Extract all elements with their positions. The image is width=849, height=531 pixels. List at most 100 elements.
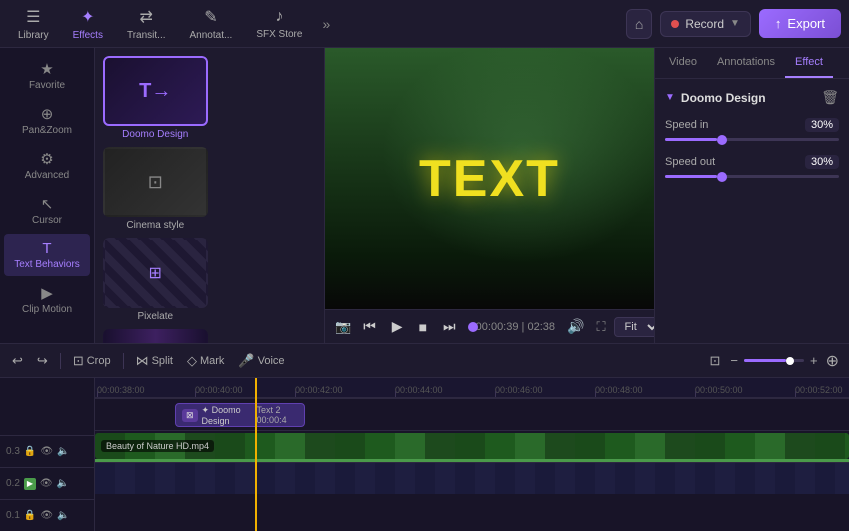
- speed-in-fill: [665, 138, 717, 141]
- mark-button[interactable]: ◇ Mark: [183, 351, 228, 371]
- ruler-mark-42: 00:00:42:00: [295, 385, 343, 395]
- video-track-badge: ▶: [24, 478, 36, 490]
- clipmotion-icon: ▶: [41, 284, 53, 302]
- stop-button[interactable]: ■: [415, 317, 431, 337]
- playhead[interactable]: [255, 378, 257, 531]
- effects-grid: T→ Doomo Design ⊡ Cinema style ⊞: [95, 48, 324, 343]
- zoom-thumb: [786, 357, 794, 365]
- video-controls: 📷 ⏮ ▶ ■ ⏭ 00:00:39 | 02:38 🔊 ⛶ Fit: [325, 309, 654, 343]
- ruler-line-40: [195, 391, 196, 397]
- export-icon: ↑: [775, 16, 782, 31]
- speed-in-slider[interactable]: [665, 138, 839, 141]
- track-labels: 0.3 🔒 👁 🔈 0.2 ▶ 👁 🔈 0.1 🔒 👁 🔈: [0, 378, 95, 531]
- cursor-icon: ↖: [41, 195, 54, 213]
- fullscreen-button[interactable]: ⛶: [596, 319, 605, 335]
- effect-section-title: ▼ Doomo Design: [665, 91, 766, 105]
- redo-button[interactable]: ↪: [33, 351, 52, 371]
- speed-out-value: 30%: [805, 155, 839, 169]
- track-lock-icon-03: 🔒: [24, 446, 36, 457]
- tab-annotations[interactable]: Annotations: [707, 48, 785, 78]
- timeline-area: 0.3 🔒 👁 🔈 0.2 ▶ 👁 🔈 0.1 🔒 👁 🔈 0: [0, 378, 849, 531]
- tab-effect[interactable]: Effect: [785, 48, 833, 78]
- undo-button[interactable]: ↩: [8, 351, 27, 371]
- timeline-toolbar: ↩ ↪ ⊡ Crop ⋈ Split ◇ Mark 🎤 Voice ⊡ − +: [0, 344, 849, 378]
- effect-item-pixelate[interactable]: ⊞ Pixelate: [103, 238, 208, 325]
- track-audio-icon-02: 🔈: [57, 478, 69, 489]
- tab-library[interactable]: ☰ Library: [8, 3, 59, 45]
- timeline-tracks: 00:00:38:00 00:00:40:00 00:00:42:00 00:0…: [95, 378, 849, 531]
- separator-1: [60, 353, 61, 369]
- top-bar-actions: ⌂ Record ▼ ↑ Export: [626, 9, 841, 39]
- volume-button[interactable]: 🔊: [563, 316, 588, 337]
- track-eye-icon-02: 👁: [40, 478, 53, 489]
- effect-thumb-doomo: T→: [103, 56, 208, 126]
- add-track-button[interactable]: ⊕: [824, 349, 841, 373]
- sidebar-item-clipmotion[interactable]: ▶ Clip Motion: [4, 278, 90, 321]
- right-tabs: Video Annotations Effect: [655, 48, 849, 79]
- sidebar-item-panzoom[interactable]: ⊕ Pan&Zoom: [4, 99, 90, 142]
- tab-sfx-store[interactable]: ♪ SFX Store: [246, 4, 312, 44]
- effect-item-stringblur[interactable]: → String Blur: [103, 329, 208, 343]
- zoom-out-button[interactable]: −: [728, 351, 740, 370]
- effect-thumb-cinema: ⊡: [103, 147, 208, 217]
- effect-item-doomo[interactable]: T→ Doomo Design: [103, 56, 208, 143]
- fit-select[interactable]: Fit: [614, 317, 654, 337]
- effect-item-cinema[interactable]: ⊡ Cinema style: [103, 147, 208, 234]
- track-label-02: 0.2 ▶ 👁 🔈: [0, 467, 94, 499]
- text-track-clip[interactable]: ⊠ ✦ Doomo Design Text 2 00:00:4: [175, 403, 305, 427]
- video-text-overlay: TEXT: [419, 149, 560, 209]
- timeline-import-button[interactable]: ⊡: [706, 351, 725, 371]
- tab-effects[interactable]: ✦ Effects: [63, 3, 113, 45]
- next-button[interactable]: ⏭: [439, 316, 460, 337]
- sidebar-item-cursor[interactable]: ↖ Cursor: [4, 189, 90, 232]
- track-eye-icon-01: 👁: [40, 510, 53, 521]
- zoom-in-button[interactable]: +: [808, 351, 820, 370]
- sidebar-item-advanced[interactable]: ⚙ Advanced: [4, 144, 90, 187]
- export-button[interactable]: ↑ Export: [759, 9, 841, 38]
- speed-out-slider[interactable]: [665, 175, 839, 178]
- speed-out-fill: [665, 175, 717, 178]
- voice-icon: 🎤: [238, 353, 254, 369]
- video-track-row: Beauty of Nature HD.mp4: [95, 430, 849, 462]
- split-button[interactable]: ⋈ Split: [132, 351, 177, 371]
- favorite-icon: ★: [40, 60, 53, 78]
- annotations-icon: ✎: [204, 7, 217, 27]
- left-panel: ★ Favorite ⊕ Pan&Zoom ⚙ Advanced ↖ Curso…: [0, 48, 325, 343]
- effect-label-pixelate: Pixelate: [103, 308, 208, 325]
- zoom-slider[interactable]: [744, 359, 804, 362]
- effect-label-doomo: Doomo Design: [103, 126, 208, 143]
- main-content: ★ Favorite ⊕ Pan&Zoom ⚙ Advanced ↖ Curso…: [0, 48, 849, 343]
- ruler-line-52: [795, 391, 796, 397]
- prev-button[interactable]: ⏮: [359, 316, 380, 337]
- crop-button[interactable]: ⊡ Crop: [69, 351, 115, 371]
- sidebar: ★ Favorite ⊕ Pan&Zoom ⚙ Advanced ↖ Curso…: [0, 48, 95, 343]
- sidebar-item-textbehaviors[interactable]: T Text Behaviors: [4, 234, 90, 276]
- right-panel: Video Annotations Effect ▼ Doomo Design …: [654, 48, 849, 343]
- home-button[interactable]: ⌂: [626, 9, 652, 39]
- timeline-content: ⊠ ✦ Doomo Design Text 2 00:00:4 Beauty o…: [95, 398, 849, 531]
- video-preview: TEXT: [325, 48, 654, 309]
- track-eye-icon-03: 👁: [40, 446, 53, 457]
- video-track-clip[interactable]: Beauty of Nature HD.mp4: [95, 433, 849, 459]
- speed-out-thumb: [717, 172, 727, 182]
- track-audio-icon-01: 🔈: [57, 510, 69, 521]
- text-track-row: ⊠ ✦ Doomo Design Text 2 00:00:4: [95, 398, 849, 430]
- sidebar-item-favorite[interactable]: ★ Favorite: [4, 54, 90, 97]
- textbehaviors-icon: T: [42, 240, 51, 257]
- delete-effect-button[interactable]: 🗑: [821, 89, 839, 106]
- more-tabs-icon[interactable]: »: [316, 12, 336, 36]
- transitions-icon: ⇄: [140, 7, 153, 27]
- video-background: TEXT: [325, 48, 654, 309]
- effect-thumb-stringblur: →: [103, 329, 208, 343]
- tab-video[interactable]: Video: [659, 48, 707, 78]
- screenshot-button[interactable]: 📷: [335, 319, 351, 335]
- tab-transitions[interactable]: ⇄ Transit...: [117, 3, 176, 45]
- ruler-mark-46: 00:00:46:00: [495, 385, 543, 395]
- tab-annotations[interactable]: ✎ Annotat...: [180, 3, 243, 45]
- record-chevron-icon: ▼: [730, 18, 740, 29]
- record-button[interactable]: Record ▼: [660, 11, 751, 37]
- track-label-01: 0.1 🔒 👁 🔈: [0, 499, 94, 531]
- text-clip-effect-label: ✦ Doomo Design: [202, 405, 253, 426]
- voice-button[interactable]: 🎤 Voice: [234, 351, 288, 371]
- play-button[interactable]: ▶: [388, 316, 407, 337]
